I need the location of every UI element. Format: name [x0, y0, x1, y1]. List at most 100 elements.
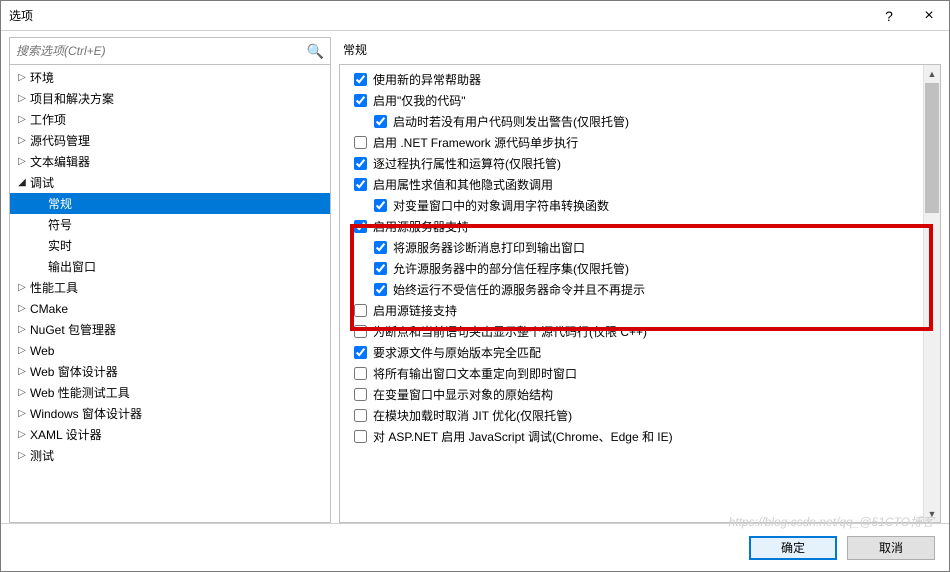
chevron-right-icon: ▷: [16, 135, 28, 146]
option-label: 对 ASP.NET 启用 JavaScript 调试(Chrome、Edge 和…: [373, 428, 673, 445]
category-tree[interactable]: ▷环境▷项目和解决方案▷工作项▷源代码管理▷文本编辑器◢调试常规符号实时输出窗口…: [10, 65, 330, 522]
chevron-right-icon: ▷: [16, 324, 28, 335]
option-checkbox[interactable]: [374, 262, 387, 275]
option-checkbox[interactable]: [354, 430, 367, 443]
chevron-right-icon: ▷: [16, 303, 28, 314]
tree-item-18[interactable]: ▷测试: [10, 445, 330, 466]
option-checkbox[interactable]: [354, 388, 367, 401]
chevron-right-icon: ▷: [16, 408, 28, 419]
option-checkbox[interactable]: [374, 283, 387, 296]
chevron-right-icon: ▷: [16, 72, 28, 83]
option-label: 将源服务器诊断消息打印到输出窗口: [393, 239, 585, 256]
panel-title: 常规: [339, 37, 941, 64]
tree-item-2[interactable]: ▷工作项: [10, 109, 330, 130]
option-checkbox[interactable]: [354, 73, 367, 86]
tree-item-5[interactable]: ◢调试: [10, 172, 330, 193]
option-label: 启用 .NET Framework 源代码单步执行: [373, 134, 578, 151]
chevron-right-icon: ▷: [16, 387, 28, 398]
tree-item-16[interactable]: ▷Windows 窗体设计器: [10, 403, 330, 424]
tree-item-label: 环境: [28, 69, 54, 86]
option-row-2: 启动时若没有用户代码则发出警告(仅限托管): [350, 111, 940, 132]
option-label: 为断点和当前语句突出显示整个源代码行(仅限 C++): [373, 323, 647, 340]
chevron-right-icon: ▷: [16, 156, 28, 167]
tree-item-label: 源代码管理: [28, 132, 90, 149]
scrollbar[interactable]: ▲ ▼: [923, 65, 940, 522]
ok-button[interactable]: 确定: [749, 536, 837, 560]
option-label: 允许源服务器中的部分信任程序集(仅限托管): [393, 260, 629, 277]
option-checkbox[interactable]: [354, 367, 367, 380]
option-row-14: 将所有输出窗口文本重定向到即时窗口: [350, 363, 940, 384]
option-label: 启用源服务器支持: [373, 218, 469, 235]
option-row-11: 启用源链接支持: [350, 300, 940, 321]
tree-item-0[interactable]: ▷环境: [10, 67, 330, 88]
option-row-5: 启用属性求值和其他隐式函数调用: [350, 174, 940, 195]
option-row-16: 在模块加载时取消 JIT 优化(仅限托管): [350, 405, 940, 426]
option-row-10: 始终运行不受信任的源服务器命令并且不再提示: [350, 279, 940, 300]
option-row-9: 允许源服务器中的部分信任程序集(仅限托管): [350, 258, 940, 279]
scroll-up-icon[interactable]: ▲: [924, 65, 940, 82]
search-icon[interactable]: 🔍: [307, 43, 324, 60]
option-checkbox[interactable]: [374, 115, 387, 128]
tree-item-12[interactable]: ▷NuGet 包管理器: [10, 319, 330, 340]
option-checkbox[interactable]: [374, 241, 387, 254]
chevron-right-icon: ▷: [16, 114, 28, 125]
footer: 确定 取消: [1, 523, 949, 571]
tree-item-8[interactable]: 实时: [10, 235, 330, 256]
option-checkbox[interactable]: [354, 409, 367, 422]
option-label: 在变量窗口中显示对象的原始结构: [373, 386, 553, 403]
search-box: 🔍: [10, 38, 330, 65]
option-checkbox[interactable]: [374, 199, 387, 212]
option-checkbox[interactable]: [354, 346, 367, 359]
help-button[interactable]: ?: [869, 1, 909, 31]
chevron-right-icon: ▷: [16, 429, 28, 440]
tree-item-label: Web: [28, 344, 54, 358]
option-row-8: 将源服务器诊断消息打印到输出窗口: [350, 237, 940, 258]
tree-item-7[interactable]: 符号: [10, 214, 330, 235]
option-label: 启用属性求值和其他隐式函数调用: [373, 176, 553, 193]
search-input[interactable]: [10, 38, 330, 64]
tree-item-9[interactable]: 输出窗口: [10, 256, 330, 277]
option-label: 逐过程执行属性和运算符(仅限托管): [373, 155, 561, 172]
window-title: 选项: [9, 7, 869, 24]
tree-item-15[interactable]: ▷Web 性能测试工具: [10, 382, 330, 403]
tree-item-label: 符号: [46, 216, 72, 233]
option-row-15: 在变量窗口中显示对象的原始结构: [350, 384, 940, 405]
tree-item-17[interactable]: ▷XAML 设计器: [10, 424, 330, 445]
tree-item-3[interactable]: ▷源代码管理: [10, 130, 330, 151]
options-box: 使用新的异常帮助器启用"仅我的代码"启动时若没有用户代码则发出警告(仅限托管)启…: [339, 64, 941, 523]
tree-item-13[interactable]: ▷Web: [10, 340, 330, 361]
tree-item-label: 项目和解决方案: [28, 90, 114, 107]
option-checkbox[interactable]: [354, 94, 367, 107]
tree-item-label: 文本编辑器: [28, 153, 90, 170]
tree-item-1[interactable]: ▷项目和解决方案: [10, 88, 330, 109]
option-row-4: 逐过程执行属性和运算符(仅限托管): [350, 153, 940, 174]
tree-item-label: 测试: [28, 447, 54, 464]
option-checkbox[interactable]: [354, 325, 367, 338]
option-row-7: 启用源服务器支持: [350, 216, 940, 237]
tree-item-label: Windows 窗体设计器: [28, 405, 142, 422]
tree-item-label: CMake: [28, 302, 68, 316]
option-checkbox[interactable]: [354, 157, 367, 170]
tree-item-label: 调试: [28, 174, 54, 191]
tree-item-6[interactable]: 常规: [10, 193, 330, 214]
option-checkbox[interactable]: [354, 220, 367, 233]
tree-item-4[interactable]: ▷文本编辑器: [10, 151, 330, 172]
option-label: 启用源链接支持: [373, 302, 457, 319]
tree-item-10[interactable]: ▷性能工具: [10, 277, 330, 298]
option-checkbox[interactable]: [354, 304, 367, 317]
cancel-button[interactable]: 取消: [847, 536, 935, 560]
titlebar: 选项 ? ×: [1, 1, 949, 31]
tree-item-11[interactable]: ▷CMake: [10, 298, 330, 319]
tree-item-14[interactable]: ▷Web 窗体设计器: [10, 361, 330, 382]
option-row-6: 对变量窗口中的对象调用字符串转换函数: [350, 195, 940, 216]
option-checkbox[interactable]: [354, 178, 367, 191]
scroll-thumb[interactable]: [925, 83, 939, 213]
option-label: 始终运行不受信任的源服务器命令并且不再提示: [393, 281, 645, 298]
option-label: 对变量窗口中的对象调用字符串转换函数: [393, 197, 609, 214]
close-button[interactable]: ×: [909, 1, 949, 31]
scroll-down-icon[interactable]: ▼: [924, 505, 940, 522]
option-row-13: 要求源文件与原始版本完全匹配: [350, 342, 940, 363]
option-checkbox[interactable]: [354, 136, 367, 149]
option-row-1: 启用"仅我的代码": [350, 90, 940, 111]
option-label: 将所有输出窗口文本重定向到即时窗口: [373, 365, 577, 382]
